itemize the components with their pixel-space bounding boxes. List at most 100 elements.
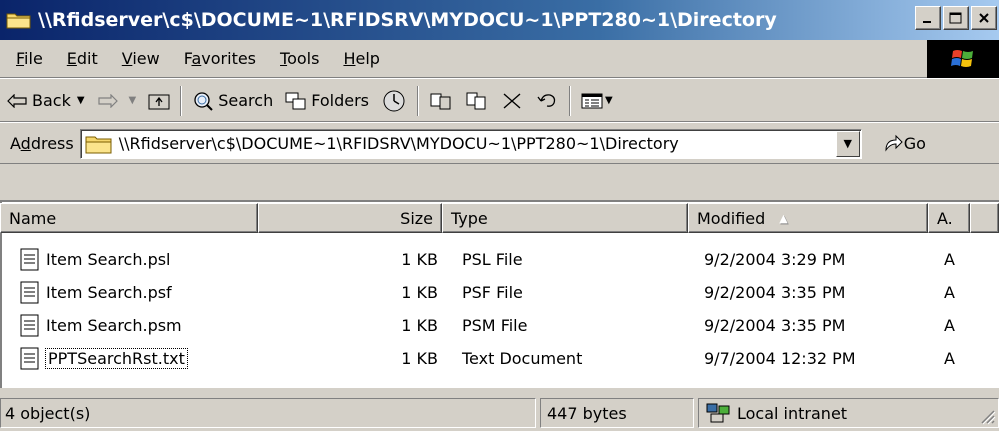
status-objects-text: 4 object(s) bbox=[5, 403, 91, 423]
history-button[interactable] bbox=[375, 84, 413, 118]
intranet-icon bbox=[706, 403, 730, 423]
folders-label: Folders bbox=[311, 91, 369, 110]
menu-tools[interactable]: Tools bbox=[268, 49, 331, 68]
menu-view[interactable]: View bbox=[110, 49, 172, 68]
window-controls bbox=[913, 6, 997, 30]
menu-edit[interactable]: Edit bbox=[55, 49, 110, 68]
search-label: Search bbox=[218, 91, 274, 110]
column-size[interactable]: Size bbox=[258, 203, 442, 233]
sort-ascending-icon: ▲ bbox=[779, 211, 788, 225]
text-file-icon bbox=[20, 281, 39, 303]
menu-favorites[interactable]: Favorites bbox=[172, 49, 268, 68]
file-type: PSF File bbox=[462, 283, 523, 302]
column-name[interactable]: Name bbox=[0, 203, 258, 233]
close-button[interactable] bbox=[971, 6, 997, 30]
address-dropdown-button[interactable]: ▼ bbox=[835, 130, 860, 157]
file-size: 1 KB bbox=[401, 316, 438, 335]
resize-grip-icon[interactable] bbox=[976, 405, 996, 425]
file-row[interactable]: Item Search.psl 1 KB PSL File 9/2/2004 3… bbox=[0, 243, 999, 276]
file-size: 1 KB bbox=[401, 250, 438, 269]
file-size: 1 KB bbox=[401, 283, 438, 302]
menu-bar: File Edit View Favorites Tools Help bbox=[0, 40, 999, 78]
file-name: Item Search.psl bbox=[46, 250, 171, 269]
status-zone: Local intranet bbox=[698, 398, 999, 428]
folders-icon bbox=[285, 92, 306, 109]
file-name: Item Search.psf bbox=[46, 283, 172, 302]
file-attributes: A bbox=[944, 250, 955, 269]
folders-button[interactable]: Folders bbox=[279, 84, 375, 118]
column-size-label: Size bbox=[400, 208, 433, 228]
address-bar: Address \\Rfidserver\c$\DOCUME~1\RFIDSRV… bbox=[0, 124, 999, 164]
history-icon bbox=[383, 90, 405, 111]
file-row[interactable]: Item Search.psm 1 KB PSM File 9/2/2004 3… bbox=[0, 309, 999, 342]
text-file-icon bbox=[20, 248, 39, 270]
title-bar[interactable]: \\Rfidserver\c$\DOCUME~1\RFIDSRV\MYDOCU~… bbox=[0, 0, 999, 40]
close-icon bbox=[979, 13, 989, 23]
file-name-cell[interactable]: Item Search.psl bbox=[20, 248, 171, 272]
copy-to-icon bbox=[466, 92, 486, 109]
maximize-icon bbox=[949, 12, 962, 24]
file-name: Item Search.psm bbox=[46, 316, 182, 335]
file-name-cell[interactable]: PPTSearchRst.txt bbox=[20, 347, 188, 371]
back-label: Back bbox=[32, 91, 71, 110]
undo-button[interactable] bbox=[529, 84, 565, 118]
column-attributes-label: A. bbox=[937, 208, 953, 228]
go-label: Go bbox=[903, 134, 926, 153]
address-label: Address bbox=[10, 134, 74, 153]
file-modified: 9/2/2004 3:29 PM bbox=[704, 250, 846, 269]
file-name-cell[interactable]: Item Search.psf bbox=[20, 281, 172, 305]
move-to-icon bbox=[430, 93, 451, 109]
move-to-button[interactable] bbox=[423, 84, 459, 118]
column-filler bbox=[970, 203, 999, 233]
file-row[interactable]: Item Search.psf 1 KB PSF File 9/2/2004 3… bbox=[0, 276, 999, 309]
menu-help[interactable]: Help bbox=[331, 49, 391, 68]
address-value: \\Rfidserver\c$\DOCUME~1\RFIDSRV\MYDOCU~… bbox=[118, 134, 679, 153]
file-attributes: A bbox=[944, 316, 955, 335]
text-file-icon bbox=[20, 347, 39, 369]
menu-file[interactable]: File bbox=[0, 49, 55, 68]
text-file-icon bbox=[20, 314, 39, 336]
up-folder-button[interactable] bbox=[142, 84, 176, 118]
maximize-button[interactable] bbox=[943, 6, 969, 30]
column-modified[interactable]: Modified ▲ bbox=[688, 203, 928, 233]
status-bytes-text: 447 bytes bbox=[547, 403, 627, 423]
delete-button[interactable] bbox=[495, 84, 529, 118]
file-type: PSL File bbox=[462, 250, 523, 269]
column-type-label: Type bbox=[451, 208, 488, 228]
go-button[interactable]: Go bbox=[882, 134, 926, 154]
column-name-label: Name bbox=[9, 208, 57, 228]
toolbar-separator bbox=[417, 85, 419, 116]
copy-to-button[interactable] bbox=[459, 84, 495, 118]
file-modified: 9/7/2004 12:32 PM bbox=[704, 349, 856, 368]
minimize-button[interactable] bbox=[915, 6, 941, 30]
forward-arrow-icon bbox=[97, 93, 118, 108]
chevron-down-icon[interactable]: ▼ bbox=[77, 95, 85, 106]
windows-logo-icon bbox=[927, 40, 999, 78]
chevron-down-icon[interactable]: ▼ bbox=[129, 95, 137, 106]
minimize-icon bbox=[923, 21, 931, 23]
file-rows: Item Search.psl 1 KB PSL File 9/2/2004 3… bbox=[0, 243, 999, 375]
status-zone-text: Local intranet bbox=[737, 403, 848, 423]
file-modified: 9/2/2004 3:35 PM bbox=[704, 316, 846, 335]
window-title: \\Rfidserver\c$\DOCUME~1\RFIDSRV\MYDOCU~… bbox=[38, 9, 777, 31]
folder-icon bbox=[85, 136, 112, 153]
column-modified-label: Modified bbox=[697, 208, 766, 228]
up-folder-icon bbox=[148, 94, 170, 109]
search-button[interactable]: Search bbox=[186, 84, 279, 118]
chevron-down-icon[interactable]: ▼ bbox=[605, 95, 613, 106]
views-button[interactable]: ▼ bbox=[575, 84, 619, 118]
column-type[interactable]: Type bbox=[442, 203, 688, 233]
file-name-cell[interactable]: Item Search.psm bbox=[20, 314, 182, 338]
toolbar-separator bbox=[569, 85, 571, 116]
column-attributes[interactable]: A. bbox=[928, 203, 970, 233]
file-row[interactable]: PPTSearchRst.txt 1 KB Text Document 9/7/… bbox=[0, 342, 999, 375]
status-bytes: 447 bytes bbox=[540, 398, 694, 428]
views-icon bbox=[581, 93, 603, 108]
status-objects: 4 object(s) bbox=[0, 398, 536, 428]
delete-icon bbox=[503, 92, 521, 109]
address-input[interactable]: \\Rfidserver\c$\DOCUME~1\RFIDSRV\MYDOCU~… bbox=[79, 128, 862, 159]
status-bar: 4 object(s) 447 bytes Local intranet bbox=[0, 396, 999, 431]
forward-button[interactable]: ▼ bbox=[91, 84, 143, 118]
column-header: Name Size Type Modified ▲ A. bbox=[0, 203, 999, 233]
back-button[interactable]: Back ▼ bbox=[0, 84, 91, 118]
